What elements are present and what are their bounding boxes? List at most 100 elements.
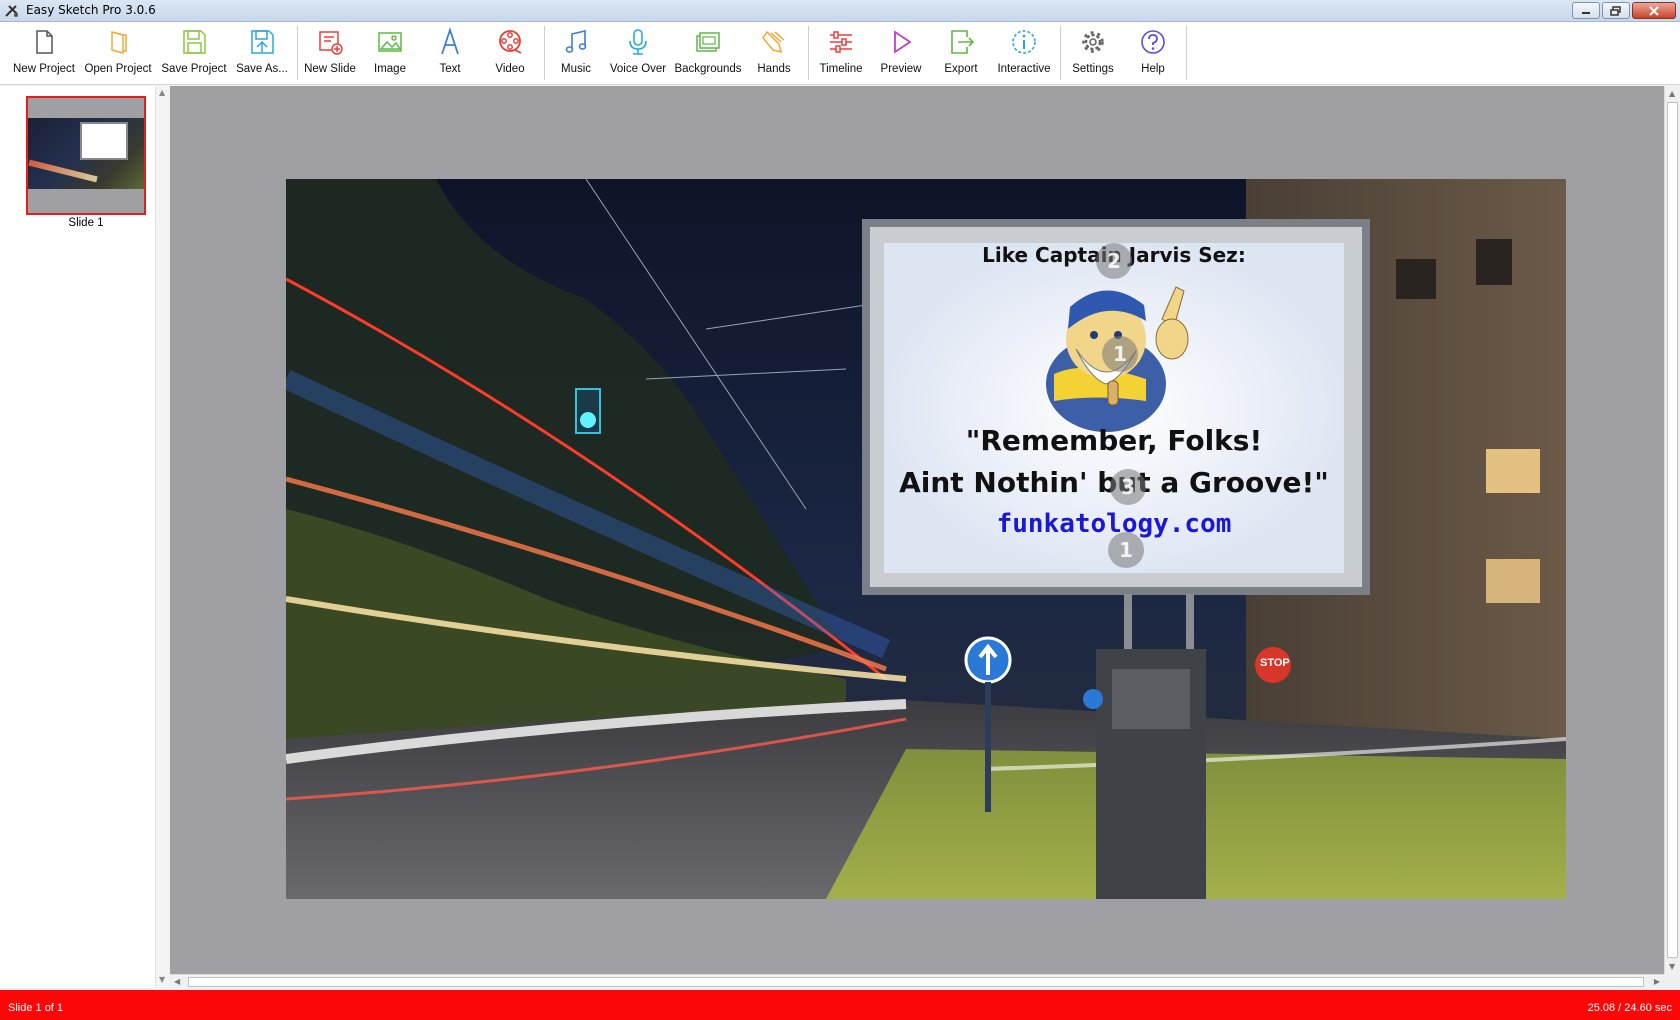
element-order-marker[interactable]: 3	[1110, 469, 1146, 505]
document-icon	[36, 30, 53, 54]
canvas-horizontal-scrollbar[interactable]: ◀ ▶	[170, 974, 1664, 988]
tool-label: Save Project	[161, 63, 227, 75]
film-reel-icon	[499, 30, 522, 54]
music-note-icon	[565, 29, 587, 53]
tool-label: Settings	[1072, 63, 1114, 75]
timeline-button[interactable]: Timeline	[813, 24, 869, 82]
settings-button[interactable]: Settings	[1065, 24, 1121, 82]
tool-label: Image	[374, 63, 406, 75]
slide-stage[interactable]: Like Captain Jarvis Sez: "Remember, Folk…	[286, 179, 1566, 899]
restore-icon	[1610, 5, 1621, 16]
new-project-button[interactable]: New Project	[12, 24, 76, 82]
toolbar-separator	[297, 26, 298, 80]
gear-icon	[1082, 31, 1104, 53]
slide-panel-scrollbar[interactable]: ▲ ▼	[155, 86, 169, 988]
toolbar-separator	[544, 26, 545, 80]
status-bar: Slide 1 of 1 25.08 / 24.60 sec	[0, 990, 1680, 1020]
info-icon	[1012, 30, 1036, 54]
backgrounds-icon	[696, 32, 720, 52]
image-icon	[378, 32, 402, 52]
tool-label: New Project	[13, 63, 75, 75]
save-icon	[183, 30, 206, 54]
interactive-button[interactable]: Interactive	[993, 24, 1055, 82]
stop-sign-text: STOP	[1260, 657, 1290, 669]
slide-panel: Slide 1 ▲ ▼	[0, 86, 169, 988]
voice-over-button[interactable]: Voice Over	[606, 24, 670, 82]
close-button[interactable]	[1632, 2, 1676, 19]
tool-label: Interactive	[997, 63, 1051, 75]
toolbar-separator	[1186, 26, 1187, 80]
slide-thumbnail-1[interactable]	[26, 96, 146, 215]
scroll-up-icon[interactable]: ▲	[159, 88, 165, 97]
slide-label: Slide 1	[68, 217, 104, 229]
window-controls	[1572, 2, 1676, 19]
element-order-marker[interactable]: 1	[1102, 336, 1138, 372]
preview-button[interactable]: Preview	[873, 24, 929, 82]
window-title: Easy Sketch Pro 3.0.6	[26, 3, 156, 17]
microphone-icon	[629, 29, 647, 55]
title-bar: Easy Sketch Pro 3.0.6	[0, 0, 1680, 22]
export-button[interactable]: Export	[933, 24, 989, 82]
open-project-button[interactable]: Open Project	[84, 24, 152, 82]
tool-label: Voice Over	[609, 63, 667, 75]
canvas-area: Like Captain Jarvis Sez: "Remember, Folk…	[170, 86, 1664, 974]
close-icon	[1649, 5, 1659, 16]
music-button[interactable]: Music	[548, 24, 604, 82]
thumbnail-scene	[28, 118, 144, 189]
timeline-icon	[830, 31, 852, 53]
element-order-marker[interactable]: 1	[1108, 532, 1144, 568]
save-as-icon	[251, 30, 274, 54]
hands-button[interactable]: Hands	[746, 24, 802, 82]
thumbnail-light-streak	[28, 159, 98, 183]
help-button[interactable]: Help	[1125, 24, 1181, 82]
new-slide-button[interactable]: New Slide	[302, 24, 358, 82]
tool-label: Save As...	[236, 63, 288, 75]
vertical-scroll-thumb[interactable]	[1667, 102, 1678, 958]
tool-label: Export	[944, 63, 978, 75]
minimize-button[interactable]	[1572, 2, 1600, 19]
scroll-down-icon[interactable]: ▼	[1669, 962, 1675, 971]
horizontal-scroll-thumb[interactable]	[188, 977, 1644, 987]
save-as-button[interactable]: Save As...	[232, 24, 292, 82]
tool-label: New Slide	[304, 63, 356, 75]
tool-label: Video	[495, 63, 525, 75]
billboard-quote-line-1[interactable]: "Remember, Folks!	[884, 424, 1344, 457]
background-photo	[286, 179, 1566, 899]
thumbnail-billboard	[80, 122, 128, 160]
tool-label: Music	[560, 63, 592, 75]
toolbar-separator	[808, 26, 809, 80]
hand-icon	[762, 30, 785, 54]
toolbar-separator	[1060, 26, 1061, 80]
scroll-left-icon[interactable]: ◀	[174, 977, 180, 986]
play-icon	[894, 30, 912, 54]
canvas-vertical-scrollbar[interactable]: ▲ ▼	[1664, 86, 1680, 974]
tool-label: Help	[1141, 63, 1165, 75]
help-icon	[1141, 30, 1165, 54]
image-button[interactable]: Image	[362, 24, 418, 82]
billboard-url[interactable]: funkatology.com	[884, 509, 1344, 539]
new-slide-icon	[319, 31, 343, 55]
backgrounds-button[interactable]: Backgrounds	[674, 24, 742, 82]
tool-label: Text	[439, 63, 461, 75]
export-icon	[951, 30, 975, 54]
app-window: Easy Sketch Pro 3.0.6 New Project Open P…	[0, 0, 1680, 1020]
tool-label: Hands	[757, 63, 791, 75]
text-button[interactable]: Text	[422, 24, 478, 82]
element-order-marker[interactable]: 2	[1096, 243, 1132, 279]
slide-count-status: Slide 1 of 1	[8, 1002, 64, 1014]
main-toolbar: New Project Open Project Save Project Sa…	[0, 22, 1680, 85]
duration-status: 25.08 / 24.60 sec	[1587, 1002, 1672, 1014]
scroll-right-icon[interactable]: ▶	[1654, 977, 1660, 986]
tool-label: Backgrounds	[674, 63, 742, 75]
app-logo-icon	[5, 5, 18, 17]
tool-label: Open Project	[84, 63, 152, 75]
scroll-down-icon[interactable]: ▼	[159, 975, 165, 984]
scroll-up-icon[interactable]: ▲	[1669, 89, 1675, 98]
save-project-button[interactable]: Save Project	[160, 24, 228, 82]
restore-button[interactable]	[1602, 2, 1630, 19]
video-button[interactable]: Video	[482, 24, 538, 82]
tool-label: Timeline	[819, 63, 863, 75]
text-icon	[441, 27, 459, 55]
tool-label: Preview	[880, 63, 922, 75]
minimize-icon	[1582, 11, 1590, 14]
